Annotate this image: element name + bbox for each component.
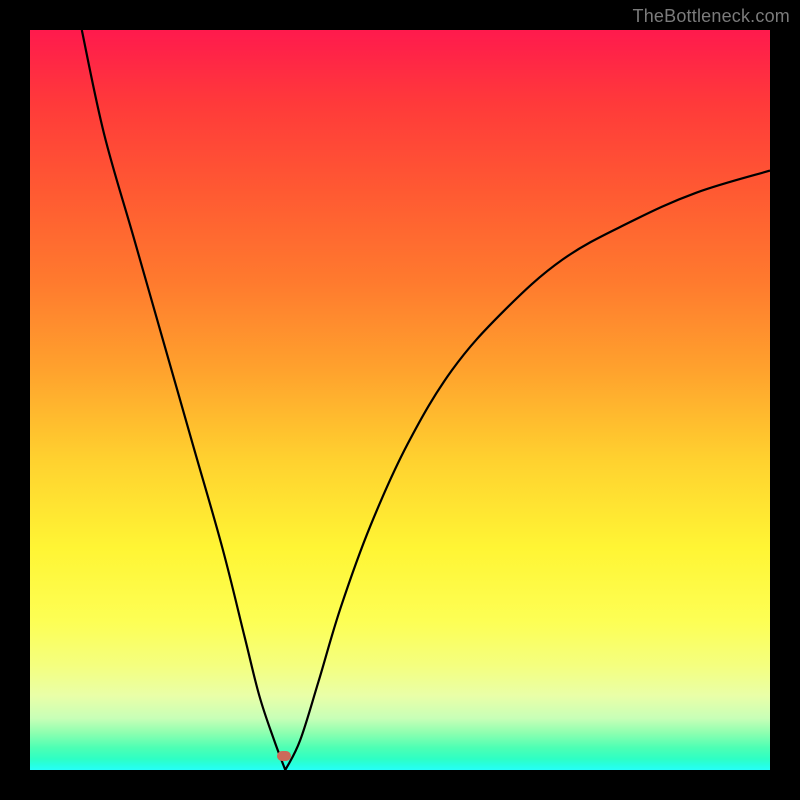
optimal-point-marker bbox=[277, 751, 291, 761]
plot-area bbox=[30, 30, 770, 770]
watermark-text: TheBottleneck.com bbox=[633, 6, 790, 27]
chart-stage: TheBottleneck.com bbox=[0, 0, 800, 800]
